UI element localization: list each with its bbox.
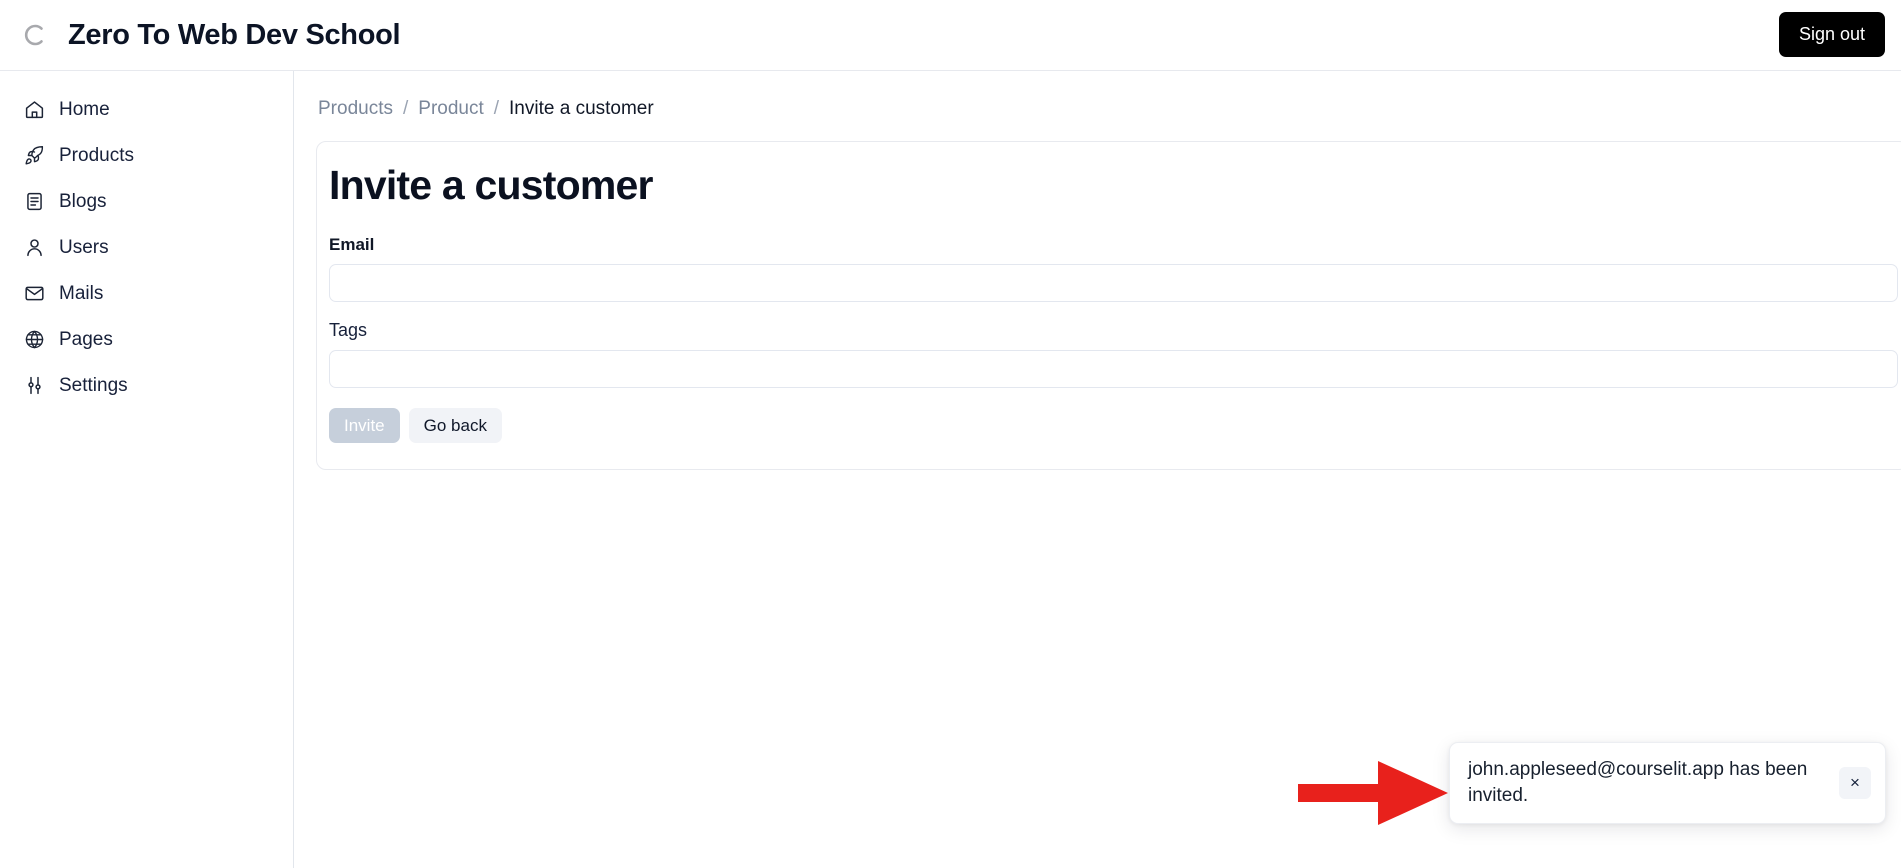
email-input[interactable]	[329, 264, 1898, 303]
user-icon	[24, 237, 45, 258]
form-actions: Invite Go back	[329, 408, 1896, 444]
envelope-icon	[24, 283, 45, 304]
email-field-label: Email	[329, 235, 375, 255]
breadcrumb-separator: /	[402, 98, 409, 119]
email-field-group: Email	[329, 235, 1898, 303]
courselit-c-logo-icon	[22, 20, 48, 50]
sidebar: Home Products Blogs Users Mails Pages Se…	[0, 71, 294, 868]
breadcrumb-item-product[interactable]: Product	[418, 98, 483, 120]
breadcrumb-item-current: Invite a customer	[509, 98, 654, 119]
tags-field-group: Tags	[329, 320, 1898, 389]
breadcrumb-item-products[interactable]: Products	[318, 98, 393, 120]
brand: Zero To Web Dev School	[0, 18, 401, 52]
app-header: Zero To Web Dev School Sign out	[0, 0, 1901, 71]
breadcrumb: Products / Product / Invite a customer	[316, 98, 1883, 120]
rocket-icon	[24, 145, 45, 166]
sidebar-item-label: Pages	[59, 328, 113, 350]
page-title: Invite a customer	[329, 162, 653, 208]
sidebar-item-settings[interactable]: Settings	[10, 365, 283, 405]
sidebar-item-pages[interactable]: Pages	[10, 319, 283, 359]
app-title: Zero To Web Dev School	[68, 18, 401, 51]
toast-notification: john.appleseed@courselit.app has been in…	[1449, 742, 1886, 824]
sidebar-item-home[interactable]: Home	[10, 89, 283, 129]
sidebar-item-label: Mails	[59, 282, 104, 304]
globe-icon	[24, 329, 45, 350]
file-text-icon	[24, 191, 45, 212]
sidebar-item-label: Products	[59, 144, 134, 166]
toast-message: john.appleseed@courselit.app has been in…	[1468, 759, 1808, 806]
sign-out-button[interactable]: Sign out	[1778, 12, 1885, 57]
sidebar-item-label: Settings	[59, 374, 128, 396]
home-icon	[24, 99, 45, 120]
tags-field-label: Tags	[329, 320, 368, 341]
sidebar-item-products[interactable]: Products	[10, 135, 283, 175]
sidebar-item-label: Home	[59, 98, 110, 120]
sidebar-item-users[interactable]: Users	[10, 227, 283, 267]
sidebar-item-mails[interactable]: Mails	[10, 273, 283, 313]
sidebar-item-label: Blogs	[59, 190, 107, 212]
sidebar-item-label: Users	[59, 236, 109, 258]
sidebar-item-blogs[interactable]: Blogs	[10, 181, 283, 221]
breadcrumb-separator: /	[493, 98, 500, 119]
invite-button[interactable]: Invite	[329, 408, 400, 444]
invite-customer-card: Invite a customer Email Tags Invite Go b…	[316, 141, 1901, 471]
sliders-icon	[24, 375, 45, 396]
go-back-button[interactable]: Go back	[408, 408, 502, 444]
close-icon[interactable]: ×	[1839, 767, 1871, 799]
tags-input[interactable]	[329, 350, 1898, 389]
